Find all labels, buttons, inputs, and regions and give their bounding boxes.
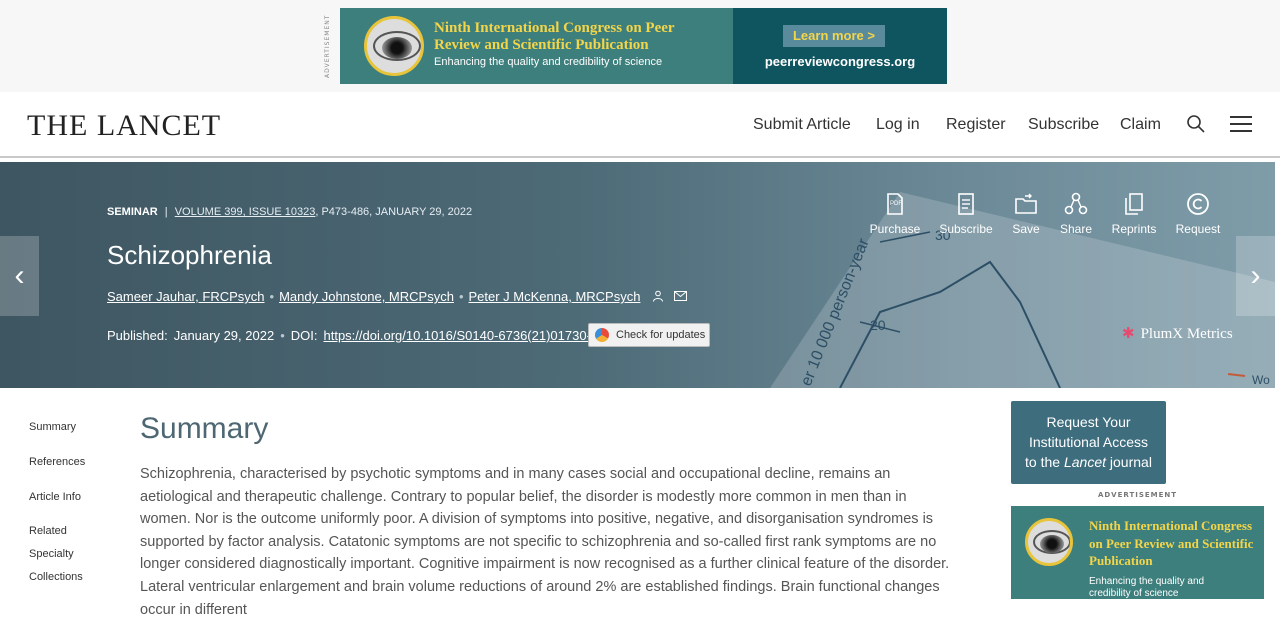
tool-share[interactable]: Share — [1046, 192, 1106, 236]
plumx-label: PlumX Metrics — [1140, 326, 1233, 342]
tool-label: Share — [1059, 222, 1093, 236]
tool-label: Save — [1012, 222, 1040, 236]
inst-line-em: Lancet — [1063, 454, 1107, 470]
published-date: January 29, 2022 — [173, 328, 275, 343]
ad-subline: Enhancing the quality and credibility of… — [434, 56, 663, 68]
check-for-updates-button[interactable]: Check for updates — [588, 323, 710, 347]
toc-summary[interactable]: Summary — [29, 421, 85, 456]
article-type: SEMINAR — [107, 206, 158, 218]
doi-label: DOI: — [290, 328, 318, 343]
plumx-icon: ✱ — [1122, 326, 1135, 342]
toc-label: Specialty — [29, 548, 74, 560]
eye-logo-icon — [364, 16, 424, 76]
author-link[interactable]: Mandy Johnstone, MRCPsych — [279, 289, 454, 304]
top-ad-band: ADVERTISEMENT Ninth International Congre… — [0, 0, 1280, 92]
tool-label: Subscribe — [939, 222, 993, 236]
crossmark-icon — [595, 328, 609, 342]
tool-label: Request — [1175, 222, 1221, 236]
tool-label: Reprints — [1111, 222, 1157, 236]
ad-headline: Ninth International Congress on Peer Rev… — [434, 20, 675, 53]
tool-label: Purchase — [869, 222, 921, 236]
summary-heading: Summary — [140, 412, 269, 445]
volume-issue-link[interactable]: VOLUME 399, ISSUE 10323 — [175, 206, 316, 218]
inst-line: Request Your — [1046, 414, 1131, 430]
ad-url[interactable]: peerreviewcongress.org — [733, 54, 947, 69]
person-icon[interactable] — [652, 290, 664, 302]
article-meta: SEMINAR | VOLUME 399, ISSUE 10323, P473-… — [107, 206, 473, 218]
check-updates-label: Check for updates — [616, 329, 706, 341]
ad-right-panel: Learn more > peerreviewcongress.org — [733, 8, 947, 84]
side-ad-subline: Enhancing the quality and credibility of… — [1089, 576, 1205, 599]
ad-left-panel: Ninth International Congress on Peer Rev… — [340, 8, 733, 84]
lancet-logo[interactable]: THE LANCET — [27, 109, 221, 143]
ad-side-label: ADVERTISEMENT — [324, 14, 331, 78]
deco-label-wo: Wo — [1252, 373, 1270, 387]
search-icon[interactable] — [1186, 114, 1206, 134]
document-icon — [958, 193, 974, 215]
email-icon[interactable] — [673, 291, 687, 301]
tool-reprints[interactable]: Reprints — [1104, 192, 1164, 236]
pages-date: , P473-486, JANUARY 29, 2022 — [315, 206, 473, 218]
toc-related-specialty-collections[interactable]: Related Specialty Collections — [29, 520, 85, 583]
deco-tick-20: 20 — [870, 317, 886, 333]
article-title: Schizophrenia — [107, 240, 272, 270]
side-ad-label: ADVERTISEMENT — [1097, 491, 1178, 499]
toc-references[interactable]: References — [29, 456, 85, 491]
inst-line: journal — [1106, 454, 1152, 470]
inst-line: to the — [1025, 454, 1064, 470]
svg-text:PDF: PDF — [890, 201, 902, 207]
toc-label: Collections — [29, 571, 83, 583]
nav-claim[interactable]: Claim — [1120, 116, 1161, 134]
prev-article-button[interactable]: ‹ — [0, 236, 39, 316]
plumx-metrics-link[interactable]: ✱ PlumX Metrics — [1122, 324, 1233, 343]
institutional-access-button[interactable]: Request Your Institutional Access to the… — [1011, 401, 1166, 484]
nav-subscribe[interactable]: Subscribe — [1028, 116, 1099, 134]
tool-subscribe[interactable]: Subscribe — [936, 192, 996, 236]
published-label: Published: — [107, 328, 168, 343]
inst-line: Institutional Access — [1028, 434, 1149, 450]
top-ad-banner[interactable]: Ninth International Congress on Peer Rev… — [340, 8, 947, 84]
hamburger-menu-icon[interactable] — [1230, 116, 1252, 132]
learn-more-button[interactable]: Learn more > — [783, 25, 885, 47]
publication-info: Published: January 29, 2022 • DOI: https://d… — [107, 328, 610, 343]
next-article-button[interactable]: › — [1236, 236, 1275, 316]
nav-submit-article[interactable]: Submit Article — [753, 116, 851, 134]
nav-register[interactable]: Register — [946, 116, 1006, 134]
copyright-icon — [1187, 193, 1209, 215]
article-hero: 30 20 er 10 000 person-year Wo ‹ › SEMIN… — [0, 162, 1275, 388]
doi-link[interactable]: https://doi.org/10.1016/S0140-6736(21)01… — [323, 328, 599, 343]
nav-log-in[interactable]: Log in — [876, 116, 920, 134]
tool-purchase[interactable]: PDF Purchase — [865, 192, 925, 236]
summary-text: Schizophrenia, characterised by psychoti… — [140, 466, 950, 618]
reprints-icon — [1125, 193, 1143, 215]
folder-save-icon — [1015, 193, 1037, 214]
site-header: THE LANCET Submit Article Log in Registe… — [0, 92, 1280, 158]
pdf-icon: PDF — [887, 193, 903, 215]
toc-label: Related — [29, 525, 67, 537]
eye-logo-icon — [1025, 518, 1073, 566]
author-link[interactable]: Peter J McKenna, MRCPsych — [469, 289, 641, 304]
side-ad-banner[interactable]: Ninth International Congress on Peer Rev… — [1011, 506, 1264, 599]
tool-request[interactable]: Request — [1168, 192, 1228, 236]
side-ad-headline: Ninth International Congress on Peer Rev… — [1089, 518, 1254, 568]
share-icon — [1064, 192, 1088, 215]
article-toc: Summary References Article Info Related … — [29, 421, 85, 583]
author-list: Sameer Jauhar, FRCPsych • Mandy Johnstone,… — [107, 289, 687, 304]
author-link[interactable]: Sameer Jauhar, FRCPsych — [107, 289, 265, 304]
